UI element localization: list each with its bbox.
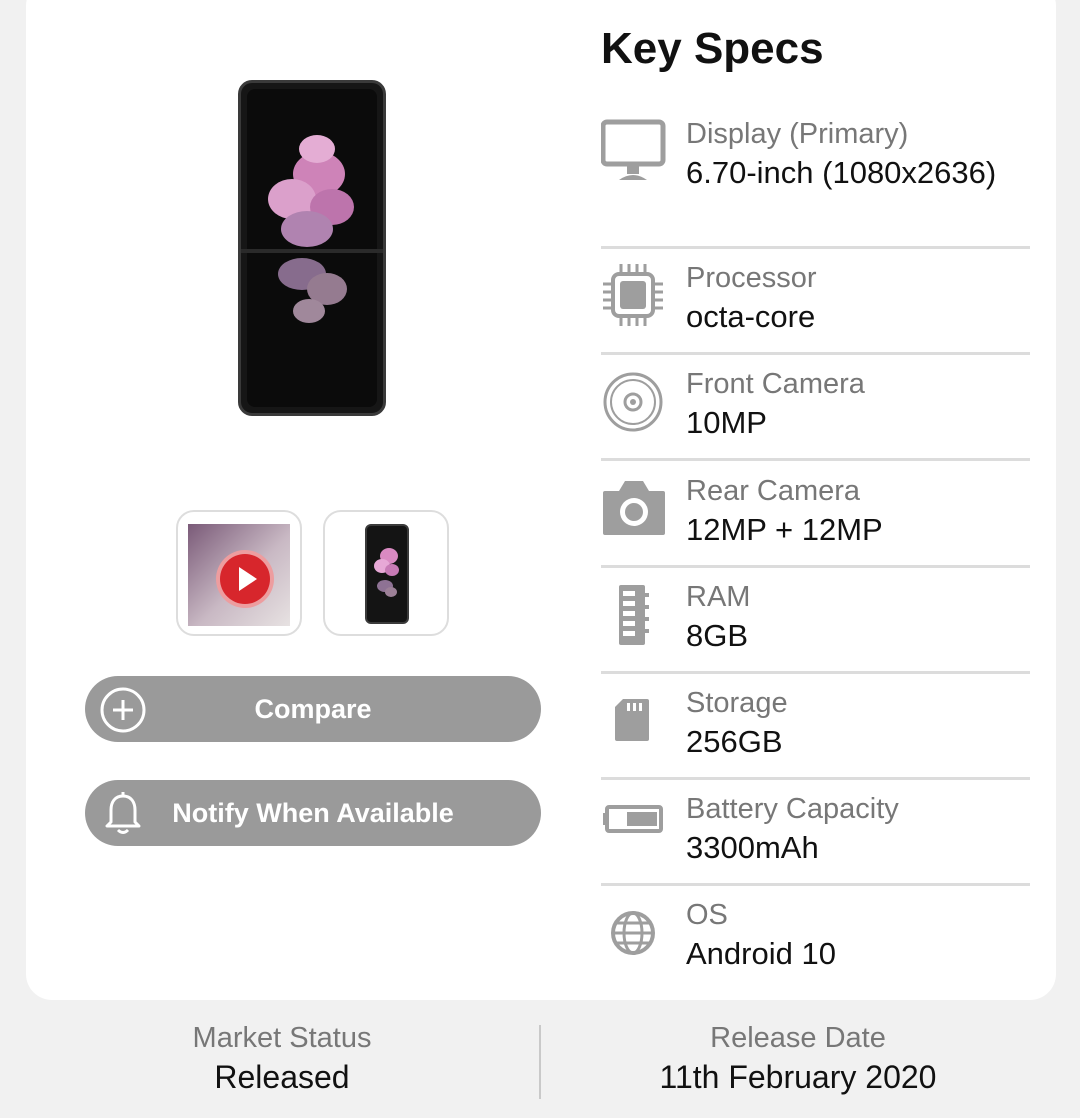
plus-circle-icon [99,686,147,741]
ram-icon [601,581,671,651]
key-specs-title: Key Specs [601,24,824,73]
spec-label: Processor [686,262,817,294]
play-icon [216,550,274,608]
spec-label: Storage [686,687,788,719]
spec-row-storage: Storage 256GB [601,687,1030,780]
bell-icon [99,790,147,845]
product-image[interactable] [238,80,386,416]
market-status-label: Market Status [192,1022,372,1054]
globe-icon [601,899,671,969]
spec-value: Android 10 [686,936,836,971]
spec-label: Rear Camera [686,475,861,507]
front-camera-icon [601,368,671,438]
compare-label: Compare [254,693,372,724]
release-date-label: Release Date [710,1022,886,1054]
spec-row-display: Display (Primary) 6.70-inch (1080x2636) [600,118,1030,249]
spec-label: OS [686,899,728,931]
release-date-value: 11th February 2020 [659,1059,937,1095]
spec-value: 12MP + 12MP [686,512,883,547]
compare-button[interactable]: Compare [85,676,541,742]
notify-label: Notify When Available [172,797,454,828]
spec-value: 3300mAh [686,830,819,865]
image-thumbnail[interactable] [323,510,449,636]
video-thumbnail[interactable] [176,510,302,636]
spec-row-ram: RAM 8GB [601,581,1030,674]
spec-row-battery: Battery Capacity 3300mAh [601,793,1030,886]
flower-wallpaper [268,135,354,323]
spec-value: 8GB [686,618,749,653]
spec-value: 6.70-inch (1080x2636) [686,155,997,190]
camera-icon [601,475,671,545]
release-date: Release Date 11th February 2020 [538,1022,1058,1096]
battery-icon [601,793,671,863]
spec-label: RAM [686,581,751,613]
market-status-value: Released [214,1059,350,1095]
spec-row-os: OS Android 10 [601,899,1030,989]
notify-when-available-button[interactable]: Notify When Available [85,780,541,846]
spec-row-rear-camera: Rear Camera 12MP + 12MP [601,475,1030,568]
spec-value: 10MP [686,405,767,440]
spec-label: Front Camera [686,368,865,400]
market-status: Market Status Released [22,1022,542,1096]
cpu-icon [601,262,671,332]
spec-value: 256GB [686,724,783,759]
spec-value: octa-core [686,299,816,334]
hinge [241,249,383,253]
spec-label: Display (Primary) [686,118,909,150]
spec-label: Battery Capacity [686,793,899,825]
mini-flower [374,548,399,597]
monitor-icon [600,118,671,188]
spec-row-processor: Processor octa-core [601,262,1030,355]
spec-row-front-camera: Front Camera 10MP [601,368,1030,461]
sd-card-icon [601,687,671,757]
